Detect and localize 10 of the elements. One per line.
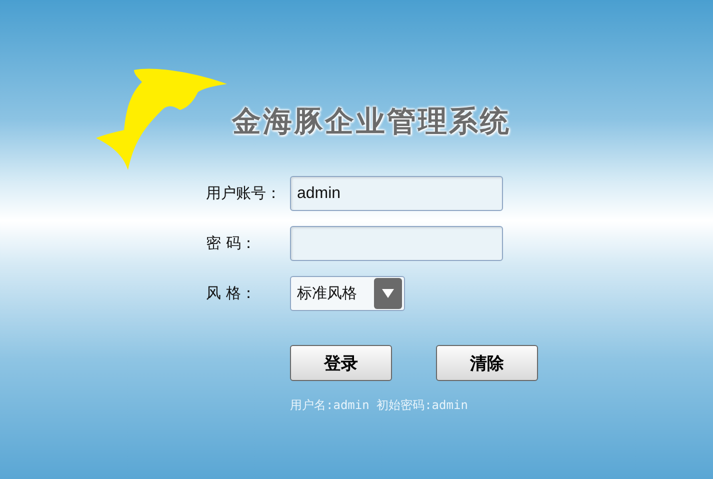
- login-button[interactable]: 登录: [290, 345, 392, 381]
- password-field[interactable]: [290, 226, 503, 261]
- field-label: 风 格：: [206, 284, 257, 303]
- field-label: 用户账号：: [206, 184, 282, 203]
- username-field[interactable]: admin: [290, 176, 503, 211]
- login-hint: 用户名:admin 初始密码:admin: [290, 397, 469, 414]
- clear-button[interactable]: 清除: [436, 345, 538, 381]
- style-select[interactable]: 标准风格: [290, 276, 405, 311]
- app-title: 金海豚企业管理系统: [232, 103, 511, 140]
- field-label: 密 码：: [206, 234, 257, 253]
